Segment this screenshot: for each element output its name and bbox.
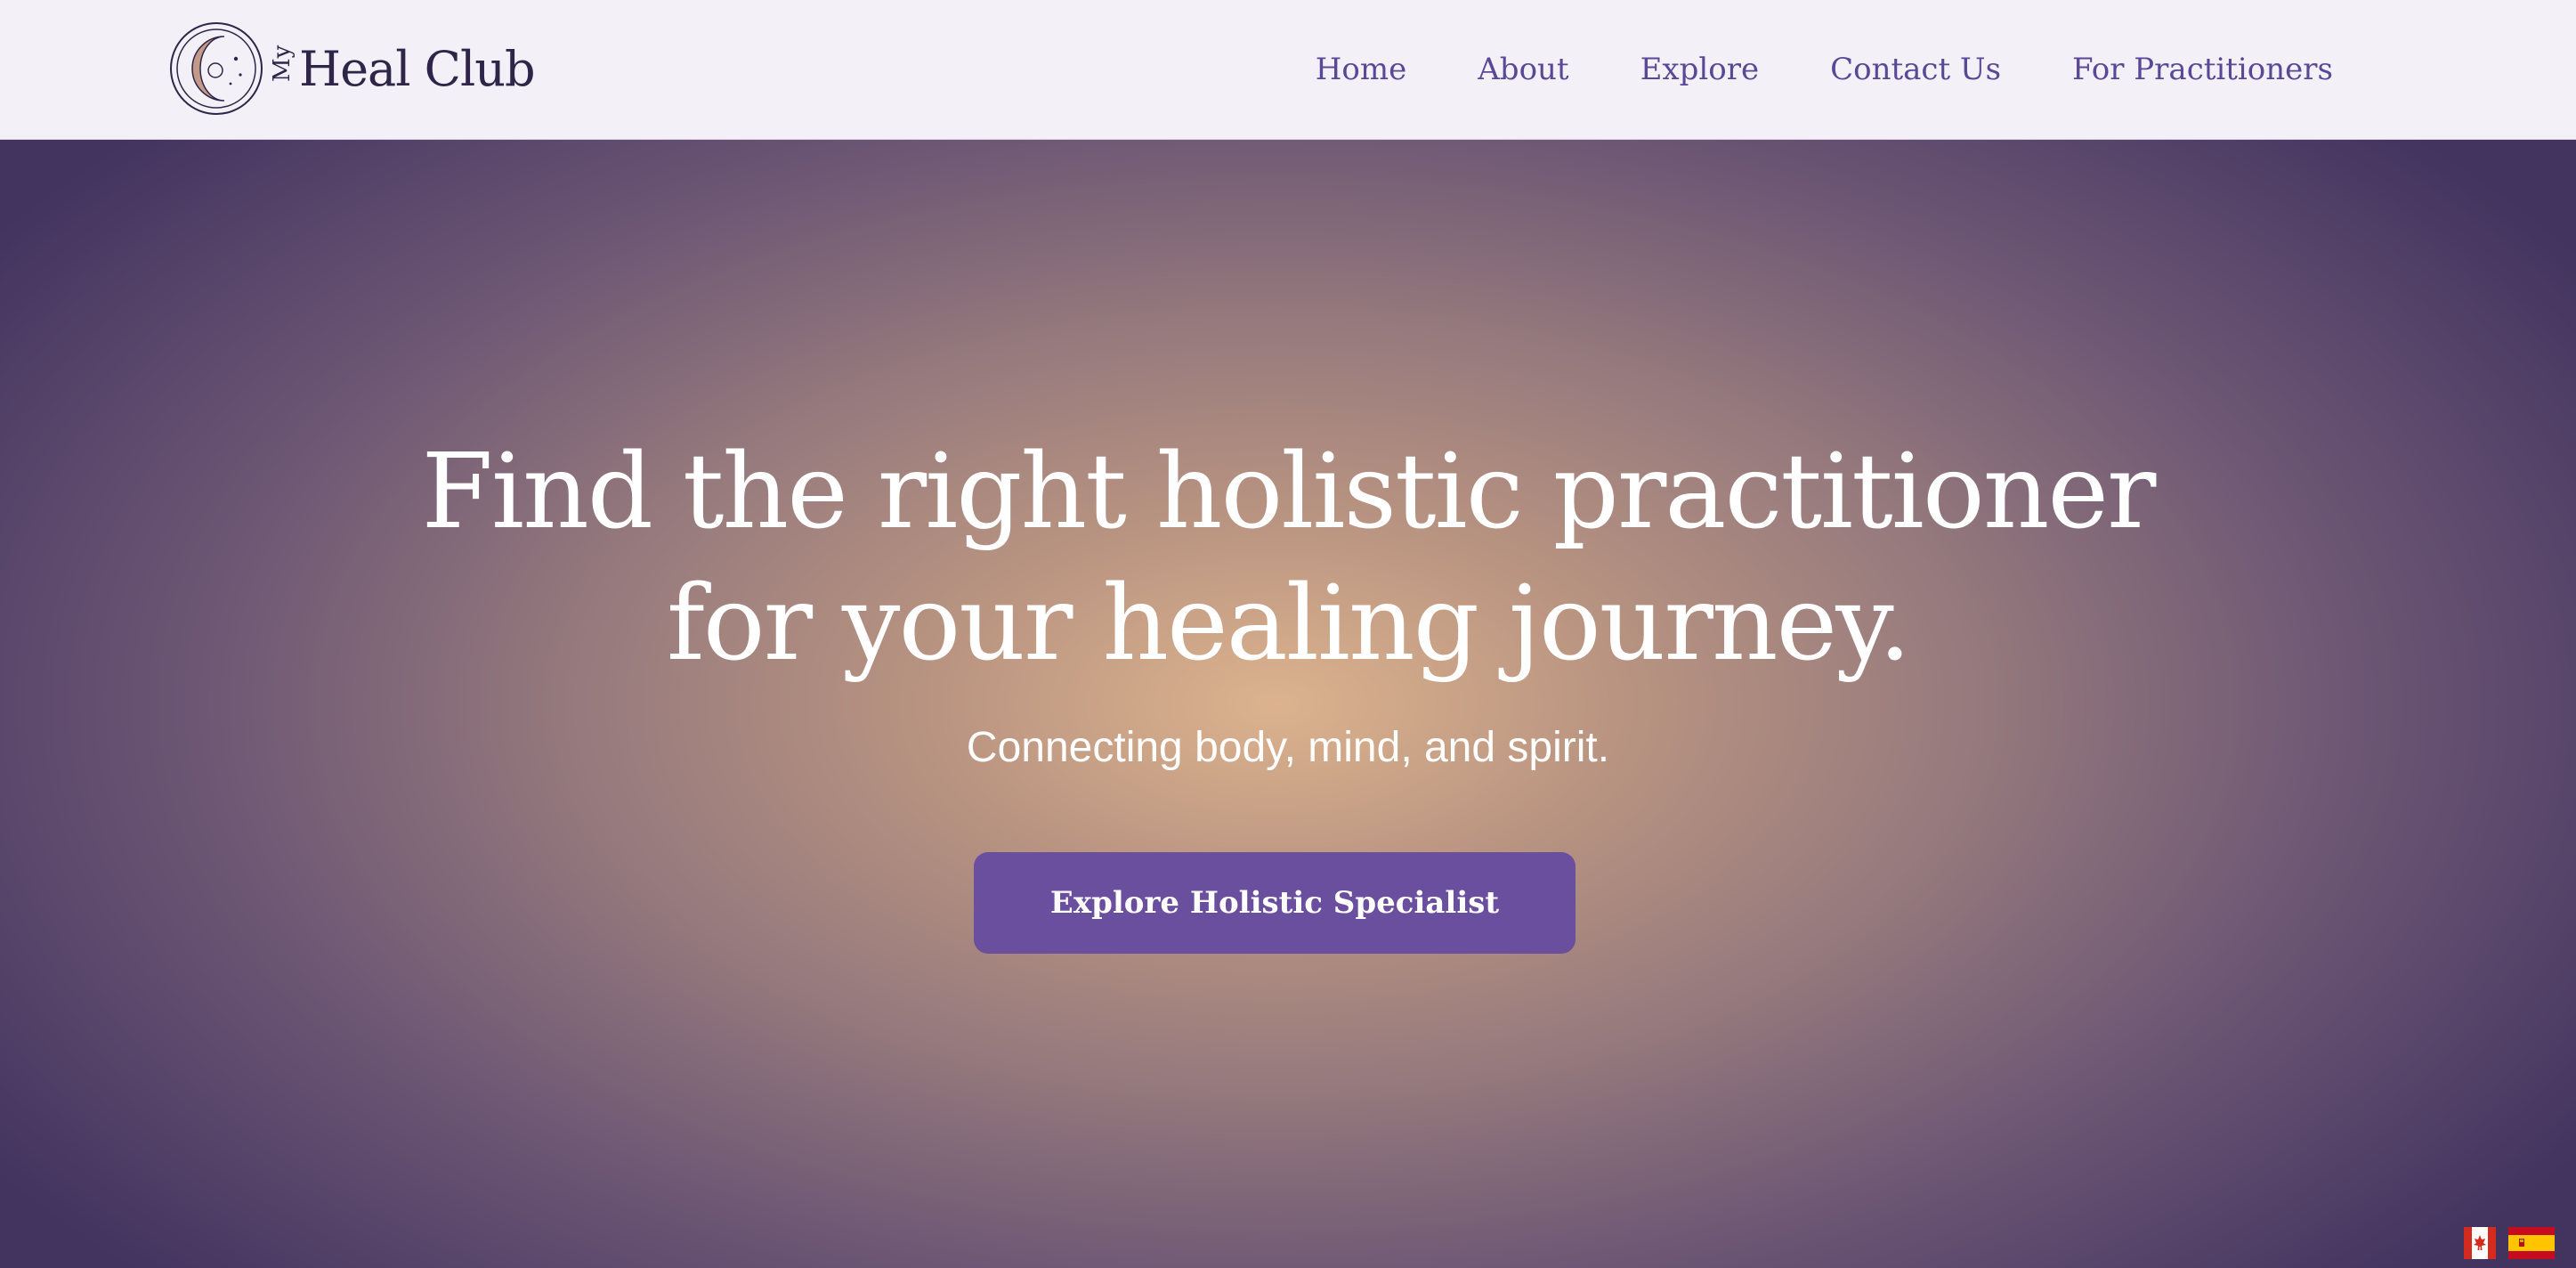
logo-prefix: My (269, 45, 296, 82)
hero-title: Find the right holistic practitioner for… (0, 427, 2576, 690)
language-switcher (2464, 1227, 2555, 1259)
nav-home[interactable]: Home (1316, 52, 1406, 87)
logo[interactable]: My Heal Club (169, 20, 536, 118)
moon-logo-icon (170, 22, 263, 115)
main-nav: Home About Explore Contact Us For Practi… (1316, 0, 2333, 138)
nav-for-practitioners[interactable]: For Practitioners (2072, 52, 2333, 87)
hero-section: Find the right holistic practitioner for… (0, 140, 2576, 1268)
site-header: My Heal Club Home About Explore Contact … (0, 0, 2576, 140)
logo-name: Heal Club (299, 40, 536, 97)
canada-flag-icon[interactable] (2464, 1227, 2496, 1259)
hero-title-line-2: for your healing journey. (666, 564, 1911, 684)
hero-subtitle: Connecting body, mind, and spirit. (966, 724, 1610, 771)
nav-explore[interactable]: Explore (1640, 52, 1759, 87)
spain-flag-icon[interactable] (2508, 1227, 2555, 1259)
nav-about[interactable]: About (1478, 52, 1568, 87)
hero-title-line-1: Find the right holistic practitioner (421, 432, 2156, 552)
nav-contact-us[interactable]: Contact Us (1830, 52, 2001, 87)
explore-specialist-button[interactable]: Explore Holistic Specialist (974, 852, 1576, 954)
